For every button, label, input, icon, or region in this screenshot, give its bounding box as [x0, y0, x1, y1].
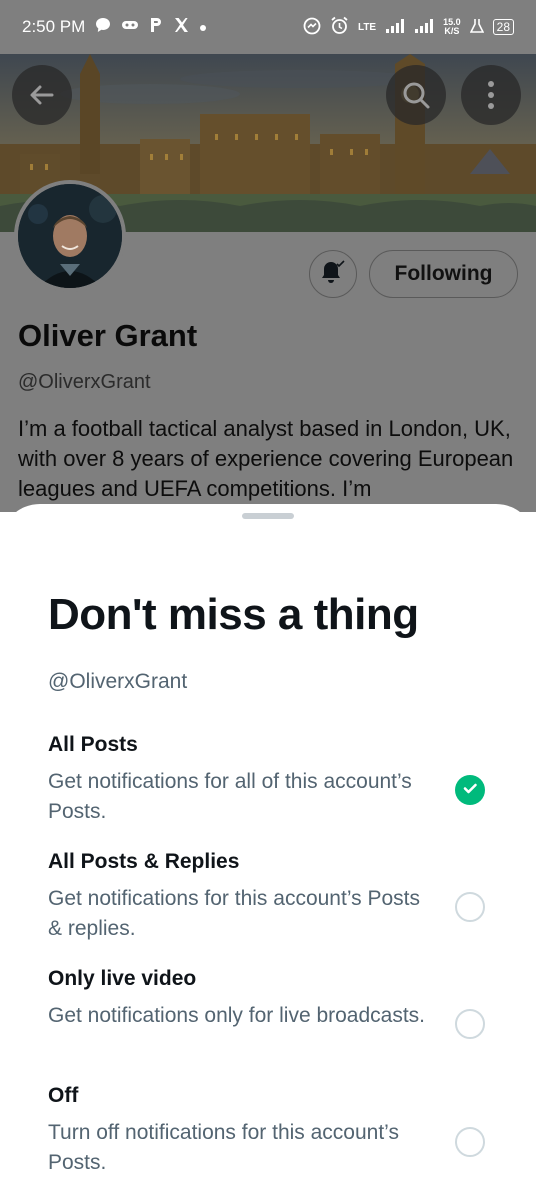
radio-selected[interactable]	[455, 775, 485, 805]
dot-icon	[199, 19, 207, 36]
profile-bio: I’m a football tactical analyst based in…	[18, 416, 514, 501]
notification-bell-button[interactable]	[309, 250, 357, 298]
option-title: All Posts & Replies	[48, 850, 240, 873]
messenger-icon	[303, 17, 321, 38]
option-description: Turn off notifications for this account’…	[48, 1121, 399, 1174]
status-bar: 2:50 PM LTE 15.0 K/S 28	[0, 0, 536, 54]
x-app-icon	[173, 17, 189, 37]
sheet-handle: @OliverxGrant	[48, 670, 188, 693]
radio-unselected[interactable]	[455, 1009, 485, 1039]
search-icon	[401, 80, 431, 110]
sheet-title: Don't miss a thing	[48, 590, 419, 639]
option-off[interactable]: Off Turn off notifications for this acco…	[0, 1084, 536, 1194]
lte-label: LTE	[357, 21, 377, 33]
radio-unselected[interactable]	[455, 1127, 485, 1157]
speed-indicator: 15.0 K/S	[443, 18, 461, 36]
gamepad-icon	[121, 18, 139, 36]
option-description: Get notifications only for live broadcas…	[48, 1004, 426, 1027]
option-title: All Posts	[48, 733, 138, 756]
speed-unit: K/S	[444, 26, 460, 36]
signal-icon-2	[414, 18, 434, 37]
battery-icon: 28	[492, 19, 514, 35]
status-right-icons: LTE 15.0 K/S 28	[303, 16, 514, 38]
status-time: 2:50 PM	[22, 17, 86, 36]
more-vertical-icon	[487, 80, 495, 110]
profile-name: Oliver Grant	[18, 318, 198, 353]
search-button[interactable]	[386, 65, 446, 125]
radio-unselected[interactable]	[455, 892, 485, 922]
more-options-button[interactable]	[461, 65, 521, 125]
sheet-grab-handle[interactable]	[242, 513, 294, 519]
arrow-left-icon	[28, 81, 56, 109]
checkmark-icon	[461, 779, 479, 802]
bell-check-icon	[319, 258, 347, 291]
option-description: Get notifications for all of this accoun…	[48, 770, 412, 823]
flask-icon	[469, 18, 484, 37]
option-title: Off	[48, 1084, 79, 1107]
option-only-live-video[interactable]: Only live video Get notifications only f…	[0, 967, 536, 1077]
notification-settings-sheet: Don't miss a thing @OliverxGrant All Pos…	[0, 504, 536, 1199]
status-left-icons	[95, 17, 207, 37]
avatar[interactable]	[14, 180, 126, 292]
following-button[interactable]: Following	[369, 250, 518, 298]
option-all-posts-replies[interactable]: All Posts & Replies Get notifications fo…	[0, 850, 536, 960]
alarm-icon	[330, 16, 349, 38]
option-all-posts[interactable]: All Posts Get notifications for all of t…	[0, 733, 536, 843]
profile-handle: @OliverxGrant	[18, 371, 151, 393]
option-title: Only live video	[48, 967, 197, 990]
option-description: Get notifications for this account’s Pos…	[48, 887, 420, 940]
chat-bubble-icon	[95, 17, 111, 37]
p-app-icon	[149, 17, 163, 37]
avatar-photo	[18, 184, 122, 288]
back-button[interactable]	[12, 65, 72, 125]
signal-icon	[385, 18, 405, 37]
